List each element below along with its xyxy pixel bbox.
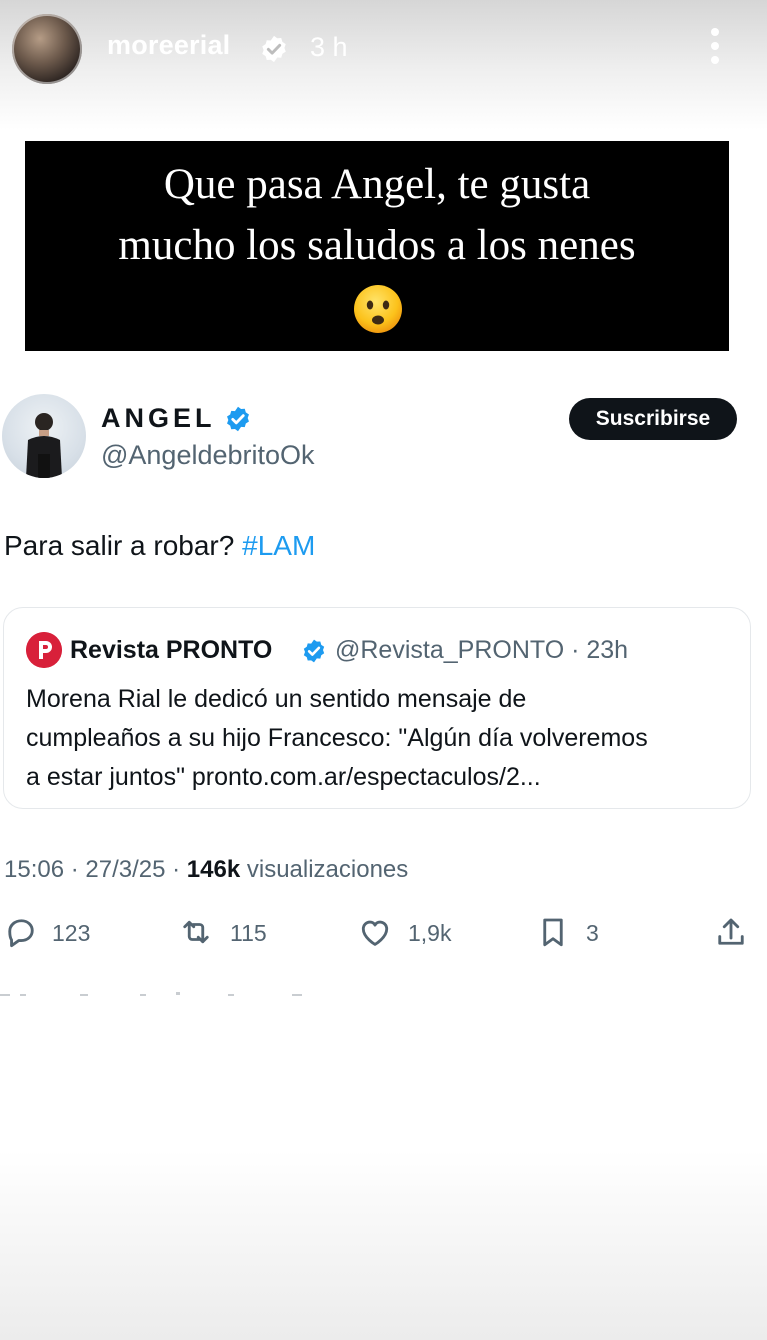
story-verified-icon bbox=[262, 35, 286, 63]
quoted-body-line: Morena Rial le dedicó un sentido mensaje… bbox=[26, 685, 527, 713]
views-label: visualizaciones bbox=[240, 856, 409, 883]
quoted-verified-badge-icon bbox=[303, 639, 325, 663]
like-count: 1,9k bbox=[408, 920, 452, 946]
story-time: 3 h bbox=[310, 32, 348, 62]
retweet-icon[interactable] bbox=[178, 914, 214, 950]
quoted-author-name[interactable]: Revista PRONTO bbox=[70, 636, 272, 665]
tweet-author-handle[interactable]: @AngeldebritoOk bbox=[101, 440, 315, 471]
caption-line-2: mucho los saludos a los nenes bbox=[118, 222, 636, 269]
quoted-tweet-body: Morena Rial le dedicó un sentido mensaje… bbox=[26, 680, 736, 797]
story-username[interactable]: moreerial bbox=[107, 30, 230, 61]
like-icon[interactable] bbox=[357, 914, 393, 950]
subscribe-button[interactable]: Suscribirse bbox=[569, 398, 737, 440]
cropped-text-fragment bbox=[0, 992, 302, 996]
quoted-body-line: cumpleaños a su hijo Francesco: "Algún d… bbox=[26, 724, 648, 752]
tweet-meta: 15:06 · 27/3/25 · 146k visualizaciones bbox=[4, 856, 408, 884]
hashtag-link[interactable]: #LAM bbox=[242, 530, 315, 561]
caption-line-1: Que pasa Angel, te gusta bbox=[163, 161, 591, 208]
tweet-avatar[interactable] bbox=[2, 394, 86, 478]
story-avatar[interactable] bbox=[12, 14, 82, 84]
share-icon[interactable] bbox=[713, 914, 749, 950]
quoted-body-line: a estar juntos" pronto.com.ar/espectacul… bbox=[26, 763, 541, 791]
bookmark-count: 3 bbox=[586, 920, 599, 946]
quoted-author-handle: @Revista_PRONTO · 23h bbox=[335, 636, 629, 664]
more-vertical-icon[interactable] bbox=[706, 28, 724, 68]
retweet-count: 115 bbox=[230, 920, 267, 946]
tweet-author-name[interactable]: ANGEL bbox=[101, 403, 216, 434]
pronto-logo-icon bbox=[26, 632, 62, 668]
reply-icon[interactable] bbox=[3, 914, 39, 950]
reply-count: 123 bbox=[52, 920, 91, 946]
tweet-timestamp[interactable]: 15:06 · 27/3/25 · bbox=[4, 856, 187, 883]
bookmark-icon[interactable] bbox=[535, 914, 571, 950]
tweet-text-body: Para salir a robar? bbox=[4, 530, 235, 561]
verified-badge-icon bbox=[227, 406, 249, 432]
tweet-text: Para salir a robar? #LAM bbox=[4, 530, 315, 562]
views-count: 146k bbox=[186, 856, 241, 883]
frowning-face-emoji-icon bbox=[354, 285, 402, 333]
